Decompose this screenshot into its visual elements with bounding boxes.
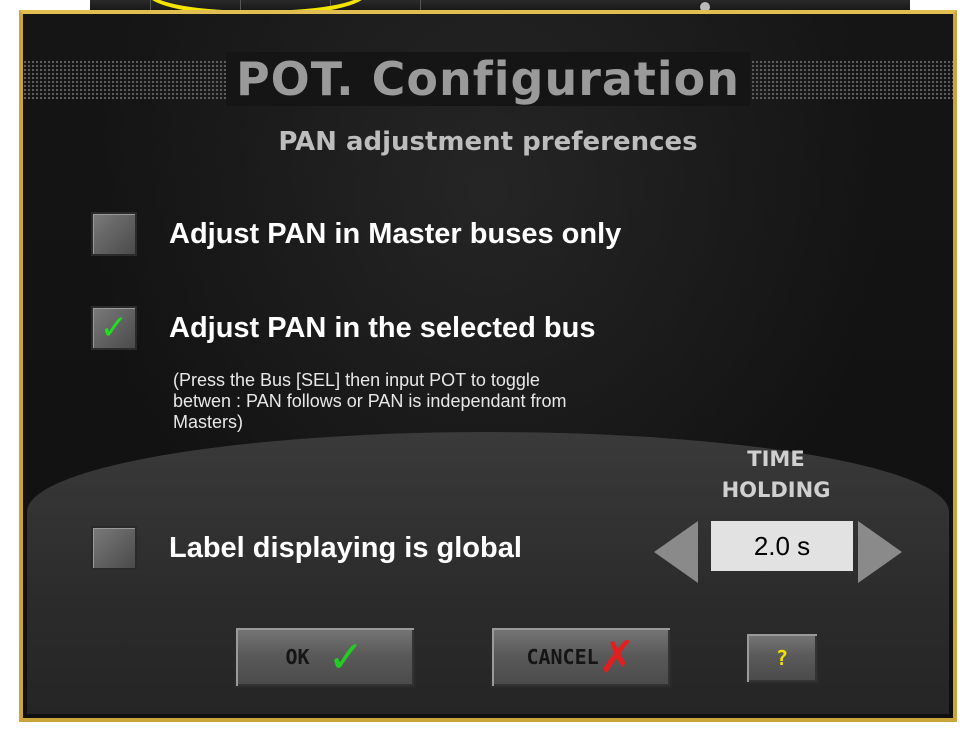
ok-button-label: OK <box>285 645 310 669</box>
check-icon: ✓ <box>99 308 129 348</box>
selected-bus-checkbox[interactable]: ✓ <box>91 306 137 350</box>
option-label-global[interactable]: Label displaying is global <box>91 526 522 570</box>
master-only-label: Adjust PAN in Master buses only <box>169 217 622 250</box>
label-global-checkbox[interactable] <box>91 526 137 570</box>
dialog-title-text: POT. Configuration <box>225 52 751 106</box>
cancel-button[interactable]: CANCEL ✗ <box>490 626 672 688</box>
time-holding-label: TIME HOLDING <box>696 444 856 506</box>
dialog-subtitle: PAN adjustment preferences <box>278 127 698 157</box>
option-selected-bus[interactable]: ✓ Adjust PAN in the selected bus <box>91 306 595 350</box>
arrow-right-icon[interactable] <box>858 521 902 583</box>
help-button[interactable]: ? <box>745 632 819 684</box>
arrow-left-icon[interactable] <box>654 521 698 583</box>
dialog-title: POT. Configuration <box>23 52 953 106</box>
time-holding-label-line2: HOLDING <box>721 478 831 502</box>
ok-button[interactable]: OK ✓ <box>234 626 416 688</box>
cross-icon: ✗ <box>598 631 636 683</box>
time-holding-value: 2.0 s <box>711 521 853 571</box>
master-only-checkbox[interactable] <box>91 212 137 256</box>
selected-bus-label: Adjust PAN in the selected bus <box>169 311 596 344</box>
help-button-label: ? <box>775 646 789 670</box>
pot-configuration-dialog: POT. Configuration PAN adjustment prefer… <box>19 10 957 722</box>
check-icon: ✓ <box>327 631 365 683</box>
label-global-label: Label displaying is global <box>169 531 522 564</box>
option-master-only[interactable]: Adjust PAN in Master buses only <box>91 212 621 256</box>
cancel-button-label: CANCEL <box>526 645 599 669</box>
time-holding-label-line1: TIME <box>747 447 805 471</box>
selected-bus-note: (Press the Bus [SEL] then input POT to t… <box>173 370 567 432</box>
